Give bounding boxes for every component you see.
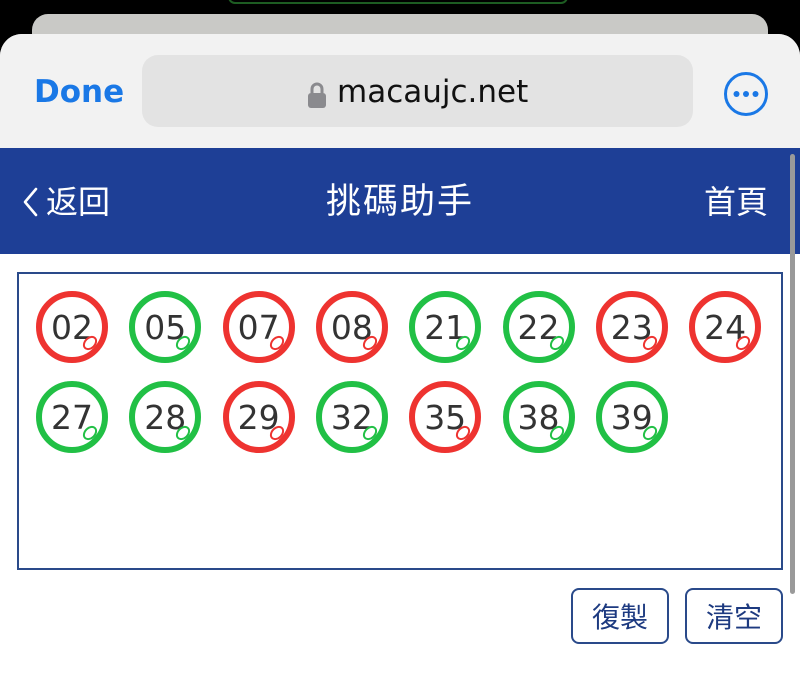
scroll-indicator[interactable]: [790, 154, 795, 594]
home-link[interactable]: 首頁: [704, 184, 768, 220]
page-title: 挑碼助手: [325, 182, 474, 222]
number-ball[interactable]: 28: [129, 381, 202, 453]
background-pill: [228, 0, 568, 4]
app-header: 返回 挑碼助手 首頁: [0, 148, 800, 254]
lock-icon: [308, 82, 326, 108]
selected-numbers-box: 02 05 07 08 21 22 23 24 27 28 29 32 35 38 39: [17, 272, 783, 570]
number-ball[interactable]: 27: [36, 381, 108, 453]
number-ball[interactable]: 07: [222, 291, 295, 363]
browser-sheet: Done macaujc.net 返回 挑碼助手 首頁 02 05 07 08 21 22…: [0, 34, 800, 674]
number-ball[interactable]: 02: [36, 291, 108, 363]
number-ball[interactable]: 24: [689, 291, 762, 363]
number-ball[interactable]: 21: [409, 291, 482, 363]
number-ball[interactable]: 35: [409, 381, 482, 453]
url-text: macaujc.net: [337, 74, 529, 110]
number-ball[interactable]: 08: [315, 291, 388, 363]
done-button[interactable]: Done: [34, 74, 124, 110]
browser-toolbar: Done macaujc.net: [0, 34, 800, 148]
number-ball[interactable]: 05: [129, 291, 202, 363]
more-options-icon[interactable]: [723, 71, 769, 117]
number-ball[interactable]: 38: [502, 381, 575, 453]
number-ball[interactable]: 23: [595, 291, 668, 363]
copy-button[interactable]: 復製: [571, 588, 669, 644]
number-ball[interactable]: 39: [595, 381, 668, 453]
clear-button[interactable]: 清空: [685, 588, 783, 644]
number-ball[interactable]: 32: [315, 381, 388, 453]
number-ball[interactable]: 22: [502, 291, 575, 363]
number-ball[interactable]: 29: [222, 381, 295, 453]
